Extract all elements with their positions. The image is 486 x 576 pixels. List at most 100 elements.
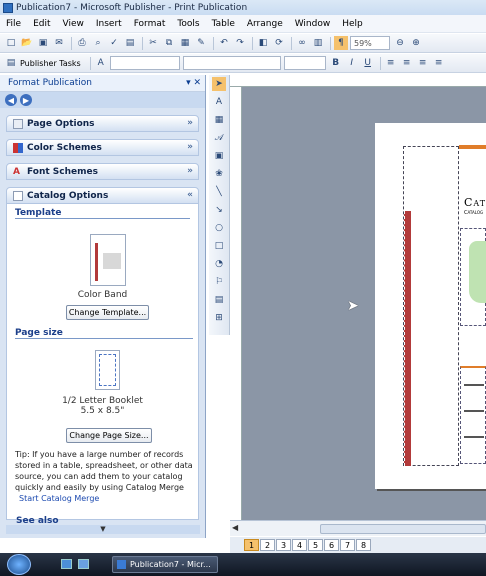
align-left-icon[interactable]: ≡ [384,56,398,70]
scroll-left-icon[interactable]: ◀ [232,523,238,532]
toolbar-separator [379,56,381,70]
menu-insert[interactable]: Insert [96,19,122,29]
quick-launch-switch-icon[interactable] [78,559,89,569]
style-dropdown[interactable] [109,56,180,70]
menu-format[interactable]: Format [134,19,166,29]
show-formatting-icon[interactable]: ¶ [334,36,348,50]
page-5-button[interactable]: 5 [308,539,323,551]
forward-icon[interactable]: ▶ [20,94,32,106]
menu-table[interactable]: Table [212,19,235,29]
publisher-tasks-button[interactable]: Publisher Tasks [20,59,81,68]
menu-window[interactable]: Window [295,19,331,29]
start-catalog-merge-link[interactable]: Start Catalog Merge [19,494,99,503]
hot-spot-icon[interactable]: ⚐ [212,275,226,289]
redo-icon[interactable]: ↷ [233,36,247,50]
section-font-schemes[interactable]: A Font Schemes » [6,163,199,180]
select-arrow-icon[interactable]: ➤ [212,77,226,91]
insert-table-icon[interactable]: ▦ [212,113,226,127]
font-schemes-icon: A [13,166,20,177]
section-page-options[interactable]: Page Options » [6,115,199,132]
line-icon[interactable]: ╲ [212,185,226,199]
clip-art-icon[interactable]: ❀ [212,167,226,181]
page-2-button[interactable]: 2 [260,539,275,551]
page-1-button[interactable]: 1 [244,539,259,551]
underline-icon[interactable]: U [361,56,375,70]
undo-icon[interactable]: ↶ [217,36,231,50]
toolbar-separator [89,56,91,70]
open-icon[interactable]: 📂 [20,36,34,50]
autoshapes-icon[interactable]: ◔ [212,257,226,271]
columns-icon[interactable]: ▥ [311,36,325,50]
bold-icon[interactable]: B [329,56,343,70]
section-catalog-options[interactable]: Catalog Options « [6,187,199,204]
page-4-button[interactable]: 4 [292,539,307,551]
picture-frame-icon[interactable]: ▣ [212,149,226,163]
publisher-tasks-icon[interactable]: ▤ [4,56,18,70]
cut-icon[interactable]: ✂ [146,36,160,50]
taskbar-publisher-button[interactable]: Publication7 - Micr... [112,556,218,573]
zoom-out-icon[interactable]: ⊖ [393,36,407,50]
justify-icon[interactable]: ≡ [432,56,446,70]
align-center-icon[interactable]: ≡ [400,56,414,70]
page-navigator: 1 2 3 4 5 6 7 8 [230,537,486,553]
page-7-button[interactable]: 7 [340,539,355,551]
back-icon[interactable]: ◀ [5,94,17,106]
thumbnail-band [95,243,98,281]
pane-close-icon[interactable]: ▾ ✕ [186,78,201,88]
arrow-icon[interactable]: ↘ [212,203,226,217]
wordart-icon[interactable]: 𝒜 [212,131,226,145]
scroll-thumb[interactable] [320,524,486,534]
standard-toolbar: □ 📂 ▣ ✉ ⎙ ⌕ ✓ ▤ ✂ ⧉ ▦ ✎ ↶ ↷ ◧ ⟳ ∞ ▥ ¶ 59… [0,34,486,53]
research-icon[interactable]: ▤ [123,36,137,50]
oval-icon[interactable]: ○ [212,221,226,235]
spelling-icon[interactable]: ✓ [107,36,121,50]
menu-edit[interactable]: Edit [33,19,50,29]
rectangle-icon[interactable]: □ [212,239,226,253]
hyperlink-icon[interactable]: ∞ [295,36,309,50]
section-color-schemes[interactable]: Color Schemes » [6,139,199,156]
email-icon[interactable]: ✉ [52,36,66,50]
font-size-dropdown[interactable] [283,56,326,70]
horizontal-ruler[interactable] [230,75,486,87]
format-painter-icon[interactable]: ✎ [194,36,208,50]
section-label: Page Options [27,118,95,129]
zoom-box[interactable]: 59% [350,36,390,50]
print-preview-icon[interactable]: ⌕ [91,36,105,50]
horizontal-scrollbar[interactable]: ◀ [230,520,486,536]
section-label: Catalog Options [27,190,109,201]
design-gallery-icon[interactable]: ▤ [212,293,226,307]
font-dropdown[interactable] [182,56,281,70]
change-page-size-button[interactable]: Change Page Size... [66,428,152,443]
color-band-thumbnail[interactable] [90,234,126,286]
change-template-button[interactable]: Change Template... [66,305,149,320]
menu-file[interactable]: File [6,19,21,29]
menu-arrange[interactable]: Arrange [247,19,283,29]
page-6-button[interactable]: 6 [324,539,339,551]
business-info-icon[interactable]: ⊞ [212,311,226,325]
page-3-button[interactable]: 3 [276,539,291,551]
copy-icon[interactable]: ⧉ [162,36,176,50]
new-icon[interactable]: □ [4,36,18,50]
print-icon[interactable]: ⎙ [75,36,89,50]
rotate-icon[interactable]: ⟳ [272,36,286,50]
bring-forward-icon[interactable]: ◧ [256,36,270,50]
page-8-button[interactable]: 8 [356,539,371,551]
menu-help[interactable]: Help [342,19,363,29]
align-right-icon[interactable]: ≡ [416,56,430,70]
quick-launch-desktop-icon[interactable] [61,559,72,569]
text-box-icon[interactable]: A [212,95,226,109]
menu-view[interactable]: View [63,19,84,29]
objects-toolbar: ➤ A ▦ 𝒜 ▣ ❀ ╲ ↘ ○ □ ◔ ⚐ ▤ ⊞ [209,75,230,335]
zoom-in-icon[interactable]: ⊕ [409,36,423,50]
catalog-title: Cat [464,196,486,209]
menu-tools[interactable]: Tools [177,19,199,29]
italic-icon[interactable]: I [345,56,359,70]
vertical-ruler[interactable] [230,87,242,520]
toolbar-separator [71,36,72,50]
styles-icon[interactable]: A [94,56,108,70]
paste-icon[interactable]: ▦ [178,36,192,50]
pane-scroll-down-icon[interactable]: ▼ [6,525,200,534]
template-heading: Template [15,204,190,219]
start-orb-icon[interactable] [7,554,31,575]
save-icon[interactable]: ▣ [36,36,50,50]
